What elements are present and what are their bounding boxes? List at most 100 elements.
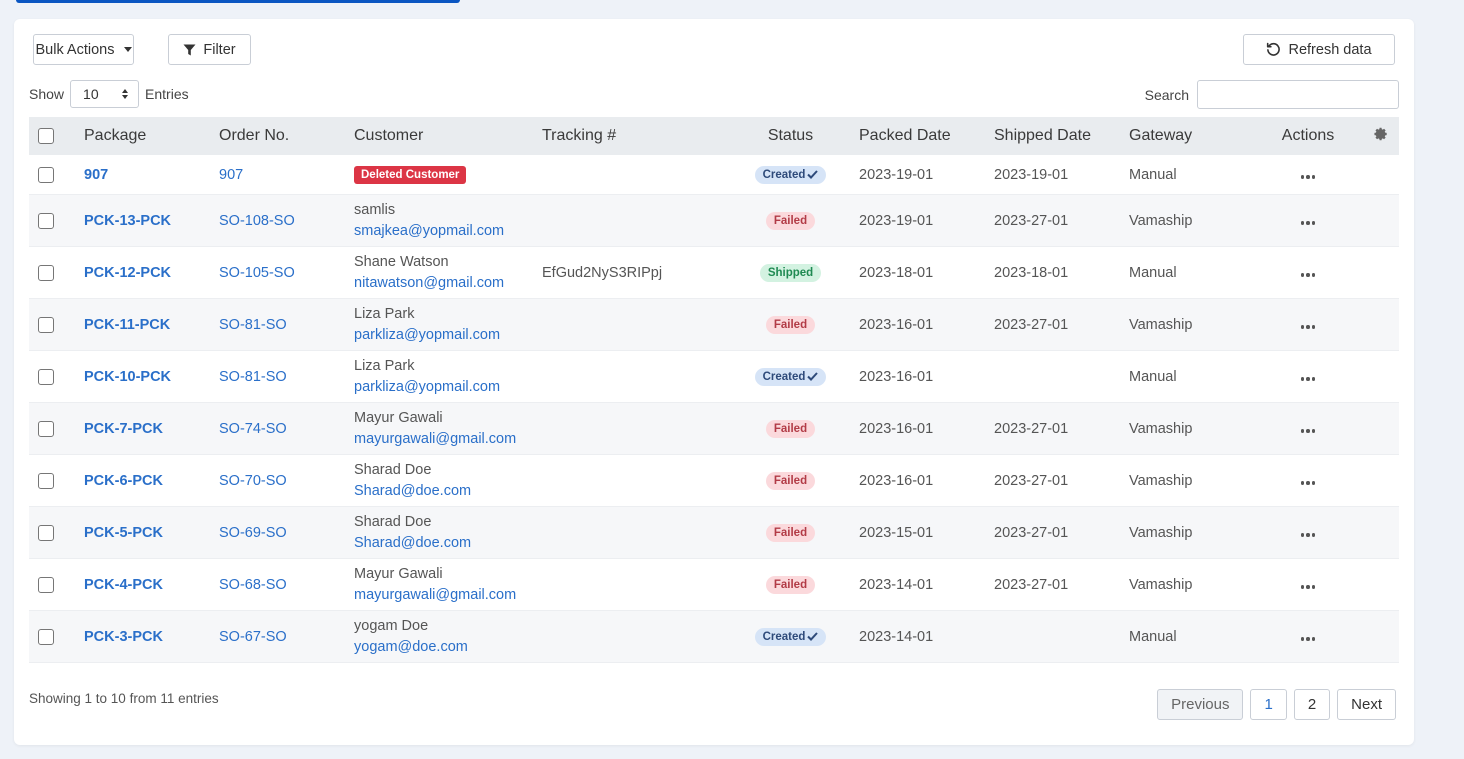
package-cell: PCK-11-PCK	[84, 317, 219, 333]
order-cell: SO-70-SO	[219, 473, 354, 489]
more-horizontal-icon[interactable]	[1300, 585, 1316, 589]
package-link[interactable]: PCK-4-PCK	[84, 577, 163, 593]
row-checkbox-cell	[29, 524, 84, 541]
package-link[interactable]: PCK-10-PCK	[84, 369, 171, 385]
package-link[interactable]: PCK-13-PCK	[84, 213, 171, 229]
row-checkbox[interactable]	[38, 212, 54, 229]
column-header-order-no[interactable]: Order No.	[219, 127, 354, 145]
gateway: Vamaship	[1129, 524, 1193, 541]
pagination-previous-button[interactable]: Previous	[1157, 689, 1244, 720]
status-text: Created	[762, 630, 806, 643]
order-link[interactable]: SO-105-SO	[219, 265, 295, 281]
packed-date: 2023-14-01	[859, 628, 934, 645]
customer-email-link[interactable]: smajkea@yopmail.com	[354, 220, 542, 242]
pagination: Previous 1 2 Next	[1157, 689, 1396, 720]
gateway: Vamaship	[1129, 472, 1193, 489]
row-checkbox-cell	[29, 576, 84, 593]
order-link[interactable]: SO-108-SO	[219, 213, 295, 229]
filter-button[interactable]: Filter	[168, 34, 251, 65]
order-link[interactable]: SO-68-SO	[219, 577, 287, 593]
customer-email-link[interactable]: nitawatson@gmail.com	[354, 272, 542, 294]
table-row: 907 907 Deleted Customer Created 2023-19-01 2…	[29, 155, 1399, 195]
status-cell: Failed	[722, 315, 859, 334]
column-settings-cell	[1353, 127, 1409, 146]
top-accent-strip	[16, 0, 460, 3]
customer-email-link[interactable]: mayurgawali@gmail.com	[354, 428, 542, 450]
shipped-date: 2023-27-01	[994, 472, 1069, 489]
order-cell: SO-68-SO	[219, 577, 354, 593]
row-checkbox[interactable]	[38, 166, 54, 183]
table-row: PCK-10-PCK SO-81-SO Liza Park parkliza@yopm…	[29, 351, 1399, 403]
row-checkbox[interactable]	[38, 628, 54, 645]
row-checkbox[interactable]	[38, 316, 54, 333]
more-horizontal-icon[interactable]	[1300, 325, 1316, 329]
gear-icon[interactable]	[1374, 127, 1388, 141]
package-link[interactable]: PCK-6-PCK	[84, 473, 163, 489]
refresh-icon	[1266, 42, 1281, 57]
order-link[interactable]: SO-81-SO	[219, 317, 287, 333]
row-checkbox[interactable]	[38, 264, 54, 281]
customer-name: Liza Park	[354, 305, 415, 322]
row-checkbox-cell	[29, 628, 84, 645]
row-checkbox[interactable]	[38, 368, 54, 385]
order-link[interactable]: 907	[219, 167, 243, 183]
column-header-package[interactable]: Package	[84, 127, 219, 145]
customer-email-link[interactable]: Sharad@doe.com	[354, 480, 542, 502]
customer-email-link[interactable]: mayurgawali@gmail.com	[354, 584, 542, 606]
pagination-next-button[interactable]: Next	[1337, 689, 1396, 720]
more-horizontal-icon[interactable]	[1300, 273, 1316, 277]
package-link[interactable]: PCK-12-PCK	[84, 265, 171, 281]
customer-email-link[interactable]: yogam@doe.com	[354, 636, 542, 658]
customer-email-link[interactable]: parkliza@yopmail.com	[354, 376, 542, 398]
bulk-actions-button[interactable]: Bulk Actions	[33, 34, 134, 65]
select-all-checkbox[interactable]	[38, 127, 54, 144]
status-badge: Created	[754, 627, 827, 646]
column-header-tracking[interactable]: Tracking #	[542, 127, 722, 145]
row-checkbox[interactable]	[38, 576, 54, 593]
column-header-packed-date[interactable]: Packed Date	[859, 127, 994, 145]
more-horizontal-icon[interactable]	[1300, 429, 1316, 433]
order-cell: SO-74-SO	[219, 421, 354, 437]
row-checkbox[interactable]	[38, 420, 54, 437]
table-row: PCK-11-PCK SO-81-SO Liza Park parkliza@yopm…	[29, 299, 1399, 351]
package-link[interactable]: 907	[84, 167, 108, 183]
column-header-gateway[interactable]: Gateway	[1129, 127, 1263, 145]
column-header-customer[interactable]: Customer	[354, 127, 542, 145]
more-horizontal-icon[interactable]	[1300, 175, 1316, 179]
package-link[interactable]: PCK-5-PCK	[84, 525, 163, 541]
row-checkbox-cell	[29, 212, 84, 229]
shipped-date: 2023-18-01	[994, 264, 1069, 281]
more-horizontal-icon[interactable]	[1300, 377, 1316, 381]
shipped-date: 2023-19-01	[994, 166, 1069, 183]
entries-length-control: Show 10 Entries	[29, 80, 189, 108]
status-badge: Failed	[765, 471, 816, 490]
refresh-data-button[interactable]: Refresh data	[1243, 34, 1395, 65]
more-horizontal-icon[interactable]	[1300, 481, 1316, 485]
pagination-page-2[interactable]: 2	[1293, 689, 1331, 720]
entries-select[interactable]: 10	[70, 80, 140, 108]
order-link[interactable]: SO-69-SO	[219, 525, 287, 541]
package-link[interactable]: PCK-11-PCK	[84, 317, 170, 333]
package-link[interactable]: PCK-3-PCK	[84, 629, 163, 645]
more-horizontal-icon[interactable]	[1300, 637, 1316, 641]
more-horizontal-icon[interactable]	[1300, 221, 1316, 225]
actions-cell	[1263, 213, 1353, 229]
pagination-page-1[interactable]: 1	[1250, 689, 1287, 720]
order-link[interactable]: SO-81-SO	[219, 369, 287, 385]
order-link[interactable]: SO-74-SO	[219, 421, 287, 437]
order-link[interactable]: SO-67-SO	[219, 629, 287, 645]
customer-cell: Deleted Customer	[354, 165, 542, 184]
order-link[interactable]: SO-70-SO	[219, 473, 287, 489]
package-link[interactable]: PCK-7-PCK	[84, 421, 163, 437]
row-checkbox[interactable]	[38, 472, 54, 489]
customer-email-link[interactable]: Sharad@doe.com	[354, 532, 542, 554]
package-cell: PCK-13-PCK	[84, 213, 219, 229]
status-badge: Failed	[765, 419, 816, 438]
column-header-shipped-date[interactable]: Shipped Date	[994, 127, 1129, 145]
customer-email-link[interactable]: parkliza@yopmail.com	[354, 324, 542, 346]
search-input[interactable]	[1197, 80, 1399, 109]
row-checkbox[interactable]	[38, 524, 54, 541]
more-horizontal-icon[interactable]	[1300, 533, 1316, 537]
customer-cell: Sharad Doe Sharad@doe.com	[354, 512, 542, 554]
column-header-status[interactable]: Status	[722, 127, 859, 145]
